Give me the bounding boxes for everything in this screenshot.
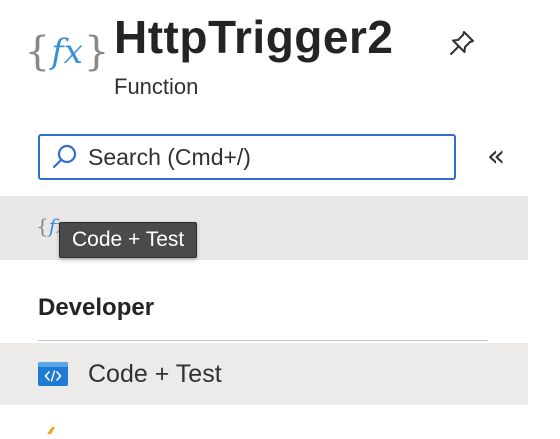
tooltip: Code + Test	[59, 222, 198, 258]
page-title: HttpTrigger2	[114, 11, 394, 63]
search-input[interactable]	[88, 143, 428, 171]
collapse-sidebar-button[interactable]: «	[484, 142, 508, 172]
search-icon	[50, 142, 80, 172]
sidebar-item-code-test[interactable]: Code + Test	[0, 343, 528, 405]
lightning-icon	[44, 421, 58, 434]
pin-icon[interactable]	[445, 26, 479, 60]
function-logo-icon: {fx}	[24, 29, 110, 75]
search-box[interactable]	[38, 134, 456, 180]
page-subtitle: Function	[114, 74, 199, 99]
sidebar-item-label: Code + Test	[88, 360, 222, 388]
section-divider	[38, 340, 488, 341]
section-header-developer: Developer	[38, 294, 155, 321]
code-icon	[38, 362, 68, 386]
